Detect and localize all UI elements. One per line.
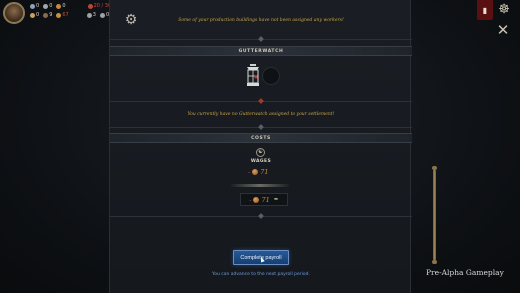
payroll-panel: ⚙ Some of your production buildings have…	[109, 0, 412, 293]
resource-coin: 0	[56, 3, 66, 9]
resource-wood: 9	[43, 12, 52, 18]
lantern-icon	[247, 64, 259, 86]
quill-icon: ✒	[273, 196, 279, 203]
resource-cog: 0	[99, 12, 109, 18]
payroll-note: You can advance to the next payroll peri…	[212, 272, 310, 277]
payment-value: 71	[261, 195, 270, 204]
gutterwatch-slot[interactable]	[262, 67, 280, 85]
costs-header: COSTS	[110, 133, 412, 143]
wages-icon: ☯	[256, 148, 265, 157]
journal-banner-icon[interactable]: ▮	[477, 0, 493, 20]
scrollbar[interactable]	[432, 166, 437, 264]
divider-ornament	[258, 98, 264, 104]
resource-workers: 0	[30, 3, 39, 9]
watermark: Pre-Alpha Gameplay	[426, 268, 504, 277]
coin-icon	[56, 3, 62, 9]
wages-label: WAGES	[250, 159, 272, 164]
resource-crowd: 0	[43, 3, 52, 9]
divider-ornament	[258, 213, 264, 219]
sword-divider	[230, 184, 290, 187]
resource-bread: 0	[30, 12, 39, 18]
resource-value: 0	[36, 3, 40, 9]
player-portrait[interactable]	[3, 2, 25, 24]
building-icon	[86, 12, 92, 18]
wages-value: 71	[260, 168, 269, 176]
minus-sign: -	[249, 195, 252, 204]
gutterwatch-header: GUTTERWATCH	[110, 46, 412, 56]
resource-value: 9	[49, 12, 53, 18]
worker-icon	[30, 3, 35, 9]
payment-field[interactable]: - 71 ✒	[240, 193, 288, 206]
resource-population: 20 / 30	[87, 3, 111, 9]
scrollbar-track[interactable]	[433, 170, 436, 260]
divider-ornament	[258, 124, 264, 130]
resource-building: 3	[86, 12, 96, 18]
production-warning: Some of your production buildings have n…	[178, 18, 344, 23]
scrollbar-cap	[432, 260, 437, 264]
resource-gold: 67	[56, 12, 69, 18]
minus-sign: -	[248, 168, 251, 176]
close-icon[interactable]: ✕	[496, 23, 510, 38]
coin-icon	[253, 196, 260, 203]
gold-icon	[56, 12, 62, 18]
coin-icon	[252, 169, 259, 175]
settings-wheel-icon[interactable]: ☸	[497, 3, 511, 17]
gutterwatch-warning: You currently have no Gutterwatch assign…	[187, 112, 335, 117]
crowd-icon	[43, 3, 49, 9]
resource-row-2: 0 9 67 3 0	[30, 12, 109, 18]
cog-icon	[99, 12, 105, 18]
wood-icon	[43, 12, 49, 18]
wages-amount: - 71	[248, 168, 268, 176]
resource-value: 0	[49, 3, 53, 9]
resource-value: 67	[62, 12, 69, 18]
population-icon	[87, 3, 93, 9]
resource-value: 0	[36, 12, 40, 18]
divider-ornament	[258, 36, 264, 42]
bread-icon	[30, 12, 35, 18]
resource-value: 3	[92, 12, 96, 18]
resource-value: 0	[62, 3, 66, 9]
